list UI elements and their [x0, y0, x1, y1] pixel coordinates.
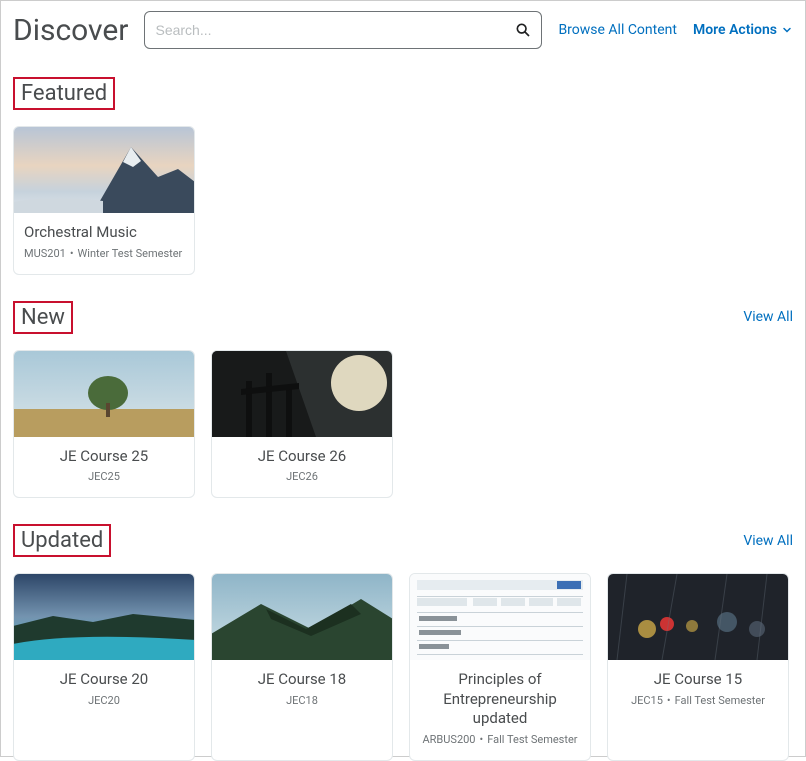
view-all-updated[interactable]: View All — [743, 533, 793, 549]
course-card[interactable]: Orchestral Music MUS201•Winter Test Seme… — [13, 126, 195, 275]
card-body: JE Course 18 JEC18 — [212, 660, 392, 760]
section-head-featured: Featured — [13, 77, 793, 110]
cards-updated: JE Course 20 JEC20 JE Course 18 JEC18 — [13, 573, 793, 761]
course-term: Winter Test Semester — [78, 247, 183, 260]
card-body: JE Course 26 JEC26 — [212, 437, 392, 498]
card-title: Orchestral Music — [24, 223, 184, 243]
course-code: JEC25 — [24, 470, 184, 483]
course-code: JEC26 — [222, 470, 382, 483]
card-meta: MUS201•Winter Test Semester — [24, 247, 184, 260]
more-actions-dropdown[interactable]: More Actions — [693, 22, 793, 38]
course-thumbnail — [410, 574, 590, 660]
page-title: Discover — [13, 13, 128, 48]
card-title: JE Course 25 — [24, 447, 184, 467]
card-body: JE Course 25 JEC25 — [14, 437, 194, 498]
course-thumbnail — [14, 574, 194, 660]
course-card[interactable]: JE Course 15 JEC15•Fall Test Semester — [607, 573, 789, 761]
section-featured: Featured Orchestral Music MUS201•Winter … — [13, 77, 793, 275]
cards-new: JE Course 25 JEC25 JE Course 26 JEC26 — [13, 350, 793, 499]
course-card[interactable]: JE Course 20 JEC20 — [13, 573, 195, 761]
card-body: JE Course 20 JEC20 — [14, 660, 194, 760]
section-head-new: New View All — [13, 301, 793, 334]
card-title: JE Course 26 — [222, 447, 382, 467]
course-thumbnail — [14, 127, 194, 213]
course-card[interactable]: JE Course 18 JEC18 — [211, 573, 393, 761]
header: Discover Browse All Content More Actions — [13, 11, 793, 49]
section-title-new: New — [13, 301, 73, 334]
card-body: Orchestral Music MUS201•Winter Test Seme… — [14, 213, 194, 274]
search-icon — [515, 22, 531, 38]
course-term: Fall Test Semester — [675, 694, 765, 707]
card-body: JE Course 15 JEC15•Fall Test Semester — [608, 660, 788, 760]
card-body: Principles of Entrepreneurship updated A… — [410, 660, 590, 760]
chevron-down-icon — [781, 24, 793, 36]
card-meta: ARBUS200•Fall Test Semester — [420, 733, 580, 746]
search-input[interactable] — [155, 22, 515, 38]
browse-all-link[interactable]: Browse All Content — [558, 22, 677, 38]
course-card[interactable]: Principles of Entrepreneurship updated A… — [409, 573, 591, 761]
cards-featured: Orchestral Music MUS201•Winter Test Seme… — [13, 126, 793, 275]
card-title: JE Course 15 — [618, 670, 778, 690]
course-card[interactable]: JE Course 25 JEC25 — [13, 350, 195, 499]
course-thumbnail — [14, 351, 194, 437]
course-code: ARBUS200 — [422, 733, 475, 746]
card-title: JE Course 20 — [24, 670, 184, 690]
section-head-updated: Updated View All — [13, 524, 793, 557]
section-new: New View All JE Course 25 JEC25 — [13, 301, 793, 499]
section-updated: Updated View All JE Course 20 JEC20 — [13, 524, 793, 761]
more-actions-label: More Actions — [693, 22, 777, 38]
course-term: Fall Test Semester — [487, 733, 577, 746]
card-title: Principles of Entrepreneurship updated — [420, 670, 580, 729]
course-card[interactable]: JE Course 26 JEC26 — [211, 350, 393, 499]
course-thumbnail — [212, 351, 392, 437]
view-all-new[interactable]: View All — [743, 309, 793, 325]
card-meta: JEC15•Fall Test Semester — [618, 694, 778, 707]
course-thumbnail — [212, 574, 392, 660]
course-code: JEC18 — [222, 694, 382, 707]
course-code: MUS201 — [24, 247, 66, 260]
search-field[interactable] — [144, 11, 542, 49]
card-title: JE Course 18 — [222, 670, 382, 690]
course-thumbnail — [608, 574, 788, 660]
course-code: JEC15 — [631, 694, 663, 707]
section-title-updated: Updated — [13, 524, 111, 557]
section-title-featured: Featured — [13, 77, 115, 110]
course-code: JEC20 — [24, 694, 184, 707]
